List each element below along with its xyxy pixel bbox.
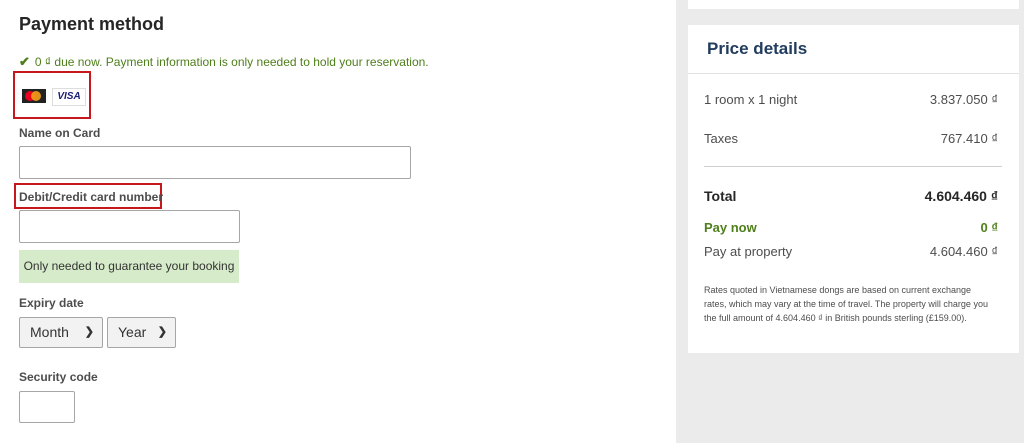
pay-at-property-label: Pay at property — [704, 244, 793, 259]
pay-at-property-value: 4.604.460 ₫ — [929, 244, 998, 259]
exchange-rate-note: Rates quoted in Vietnamese dongs are bas… — [704, 285, 988, 323]
price-row-label: 1 room x 1 night — [704, 92, 798, 107]
price-total-row: Total 4.604.460 ₫ — [704, 188, 998, 204]
expiry-year-select[interactable]: Year ❯ — [107, 317, 176, 348]
pay-now-label: Pay now — [704, 220, 757, 235]
security-code-label: Security code — [19, 370, 98, 384]
chevron-down-icon: ❯ — [157, 326, 167, 338]
name-on-card-label: Name on Card — [19, 126, 101, 140]
checkmark-icon: ✔ — [19, 54, 30, 69]
price-details-title: Price details — [707, 39, 808, 58]
due-now-message: ✔ 0 ₫ due now. Payment information is on… — [19, 54, 429, 70]
card-number-label: Debit/Credit card number — [19, 190, 164, 204]
totals-divider — [704, 166, 1002, 167]
total-label: Total — [704, 188, 737, 204]
payment-method-panel: Payment method ✔ 0 ₫ due now. Payment in… — [0, 0, 676, 443]
price-row-value: 767.410 ₫ — [940, 131, 998, 146]
expiry-month-select[interactable]: Month ❯ — [19, 317, 103, 348]
price-row-taxes: Taxes 767.410 ₫ — [704, 131, 998, 146]
total-value: 4.604.460 ₫ — [924, 188, 998, 204]
visa-icon: VISA — [52, 88, 86, 106]
price-row-room: 1 room x 1 night 3.837.050 ₫ — [704, 92, 998, 107]
name-on-card-input[interactable] — [19, 146, 411, 179]
chevron-down-icon: ❯ — [84, 326, 94, 338]
card-number-input[interactable] — [19, 210, 240, 243]
expiry-date-label: Expiry date — [19, 296, 84, 310]
pay-now-row: Pay now 0 ₫ — [704, 220, 998, 235]
expiry-year-value: Year — [118, 324, 147, 340]
pay-at-property-row: Pay at property 4.604.460 ₫ — [704, 244, 998, 259]
mastercard-icon — [22, 89, 46, 103]
price-row-label: Taxes — [704, 131, 738, 146]
guarantee-note: Only needed to guarantee your booking — [19, 250, 239, 283]
due-now-text: 0 ₫ due now. Payment information is only… — [34, 55, 429, 69]
price-details-card: Price details 1 room x 1 night 3.837.050… — [688, 25, 1019, 353]
accepted-cards-highlight: VISA — [13, 71, 91, 119]
price-title-divider — [688, 73, 1019, 74]
payment-method-title: Payment method — [19, 14, 165, 34]
pay-now-value: 0 ₫ — [980, 220, 998, 235]
security-code-input[interactable] — [19, 391, 75, 423]
previous-card-bottom — [688, 0, 1019, 9]
expiry-month-value: Month — [30, 324, 69, 340]
price-row-value: 3.837.050 ₫ — [929, 92, 998, 107]
